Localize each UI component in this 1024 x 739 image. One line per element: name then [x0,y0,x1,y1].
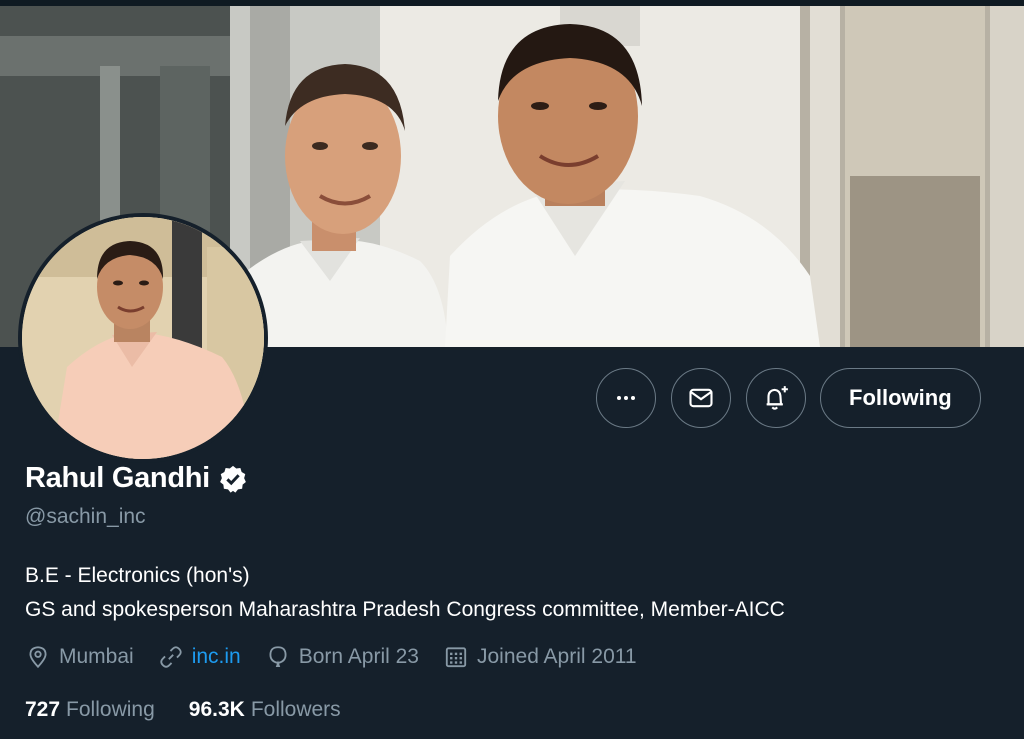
profile-actions: Following [596,368,981,428]
bio-line: B.E - Electronics (hon's) [25,564,250,587]
following-stat[interactable]: 727 Following [25,698,155,722]
bio-line: GS and spokesperson Maharashtra Pradesh … [25,598,785,621]
avatar-photo [22,217,264,459]
location-text: Mumbai [59,645,134,668]
following-button[interactable]: Following [820,368,981,428]
more-horizontal-icon [617,396,635,400]
notifications-button[interactable] [746,368,806,428]
birthday-text: Born April 23 [298,645,419,668]
following-count: 727 [25,698,61,721]
map-pin-icon [29,646,47,669]
profile-name: Rahul Gandhi [25,462,210,494]
profile-stats: 727 Following 96.3K Followers [25,698,375,722]
link-icon [160,646,182,668]
profile-name-row: Rahul Gandhi [25,462,248,495]
joined-text: Joined April 2011 [476,645,637,668]
website-link[interactable]: inc.in [192,645,241,669]
calendar-icon [445,647,467,668]
birthday-item: Born April 23 [265,644,419,670]
joined-item: Joined April 2011 [443,644,637,670]
profile-meta: Mumbai inc.in Born April 23 Joined April… [25,644,661,670]
location-item: Mumbai [25,644,134,670]
verified-badge-icon[interactable] [218,464,248,494]
profile-handle: @sachin_inc [25,505,146,528]
profile-avatar[interactable] [18,213,268,463]
message-button[interactable] [671,368,731,428]
followers-stat[interactable]: 96.3K Followers [189,698,341,722]
bell-plus-icon [766,386,788,410]
website-item[interactable]: inc.in [158,644,241,670]
followers-label: Followers [250,698,341,721]
profile-bio: B.E - Electronics (hon's) GS and spokesp… [25,559,785,627]
balloon-icon [269,646,287,668]
following-label: Following [66,698,155,721]
envelope-icon [689,388,713,408]
followers-count: 96.3K [188,698,245,721]
more-options-button[interactable] [596,368,656,428]
